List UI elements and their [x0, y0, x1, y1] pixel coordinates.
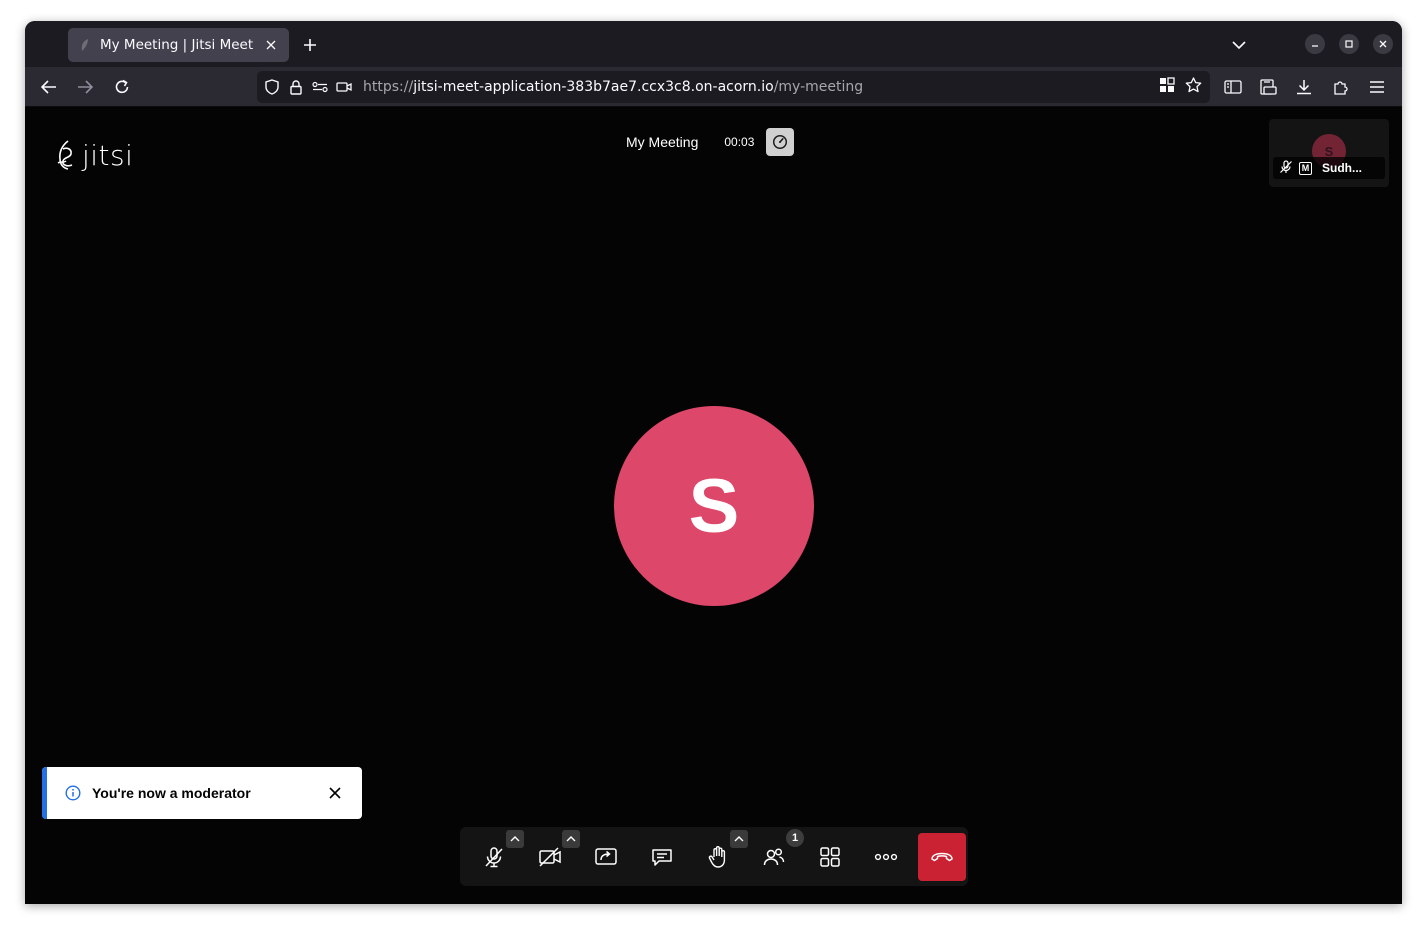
reload-button[interactable]: [110, 75, 134, 99]
meeting-stage: jitsi My Meeting 00:03 S M Sudh... S You…: [25, 107, 1402, 904]
close-window-button[interactable]: [1373, 34, 1393, 54]
hamburger-menu-icon[interactable]: [1365, 75, 1389, 99]
share-screen-button[interactable]: [582, 833, 630, 881]
meeting-toolbar: 1: [460, 827, 968, 886]
navigation-toolbar: https://jitsi-meet-application-383b7ae7.…: [25, 67, 1402, 107]
thumbnail-name: Sudh...: [1322, 161, 1362, 175]
notification-accent-stripe: [42, 767, 47, 819]
url-text[interactable]: https://jitsi-meet-application-383b7ae7.…: [363, 79, 1159, 95]
chat-bubble-icon: [652, 848, 672, 866]
microphone-button[interactable]: [470, 829, 524, 881]
audio-settings-chevron-up-icon[interactable]: [506, 829, 524, 848]
participant-thumbnail[interactable]: S M Sudh...: [1269, 119, 1389, 187]
downloads-icon[interactable]: [1292, 75, 1316, 99]
thumbnail-status-bar: M Sudh...: [1273, 157, 1385, 179]
chat-button[interactable]: [638, 833, 686, 881]
maximize-button[interactable]: [1339, 34, 1359, 54]
jitsi-logo[interactable]: jitsi: [55, 137, 133, 173]
meeting-timer: 00:03: [724, 135, 755, 149]
info-icon: [64, 784, 82, 802]
jitsi-logo-icon: [57, 140, 73, 170]
video-settings-chevron-up-icon[interactable]: [562, 829, 580, 848]
tab-title: My Meeting | Jitsi Meet: [100, 37, 254, 53]
notification-text: You're now a moderator: [92, 785, 251, 801]
reactions-chevron-up-icon[interactable]: [730, 829, 748, 848]
forward-button[interactable]: [73, 75, 97, 99]
leave-meeting-button[interactable]: [918, 832, 966, 881]
participants-icon: [763, 847, 785, 865]
more-actions-button[interactable]: [862, 833, 910, 881]
moderator-badge-icon: M: [1299, 161, 1312, 175]
url-scheme: https://: [363, 79, 414, 95]
camera-button[interactable]: [526, 829, 580, 881]
browser-window: My Meeting | Jitsi Meet https://jitsi-me…: [25, 21, 1402, 904]
hangup-phone-icon: [931, 852, 953, 861]
address-bar[interactable]: https://jitsi-meet-application-383b7ae7.…: [257, 71, 1210, 103]
muted-microphone-icon: [485, 846, 503, 867]
tile-view-icon: [820, 846, 840, 867]
reader-view-icon[interactable]: [1221, 75, 1245, 99]
moderator-notification: You're now a moderator: [42, 767, 362, 819]
connection-indicator-gauge-icon[interactable]: [766, 128, 795, 156]
tile-view-button[interactable]: [806, 833, 854, 881]
jitsi-favicon-icon: [78, 38, 92, 52]
tab-my-meeting[interactable]: My Meeting | Jitsi Meet: [68, 28, 289, 62]
tracking-protection-shield-icon[interactable]: [263, 78, 281, 96]
extensions-puzzle-icon[interactable]: [1329, 75, 1353, 99]
meeting-subject: My Meeting: [612, 127, 713, 157]
qr-code-icon[interactable]: [1159, 77, 1175, 97]
close-icon[interactable]: [324, 782, 346, 804]
new-tab-button[interactable]: [299, 34, 321, 56]
minimize-button[interactable]: [1305, 34, 1325, 54]
raise-hand-button[interactable]: [694, 829, 748, 881]
camera-permission-icon[interactable]: [335, 78, 353, 96]
dominant-speaker-avatar: S: [614, 406, 814, 606]
back-button[interactable]: [37, 75, 61, 99]
url-host: jitsi-meet-application-383b7ae7.ccx3c8.o…: [413, 79, 774, 95]
url-path: /my-meeting: [773, 79, 864, 95]
participants-count-badge: 1: [786, 828, 804, 847]
camera-off-icon: [539, 846, 561, 867]
raise-hand-icon: [708, 845, 726, 868]
meeting-subject-bar: My Meeting 00:03: [612, 127, 795, 157]
lock-icon[interactable]: [287, 78, 305, 96]
bookmark-star-icon[interactable]: [1185, 77, 1202, 97]
participants-button[interactable]: 1: [750, 828, 804, 881]
save-to-pocket-icon[interactable]: [1257, 75, 1281, 99]
muted-microphone-icon: [1279, 159, 1293, 178]
tab-close-icon[interactable]: [263, 37, 279, 53]
share-screen-icon: [595, 847, 617, 865]
list-all-tabs-chevron-down-icon[interactable]: [1229, 35, 1249, 55]
logo-text: jitsi: [82, 138, 134, 172]
permissions-icon[interactable]: [311, 78, 329, 96]
tab-strip: My Meeting | Jitsi Meet: [25, 21, 1402, 67]
more-dots-icon: [874, 853, 898, 860]
